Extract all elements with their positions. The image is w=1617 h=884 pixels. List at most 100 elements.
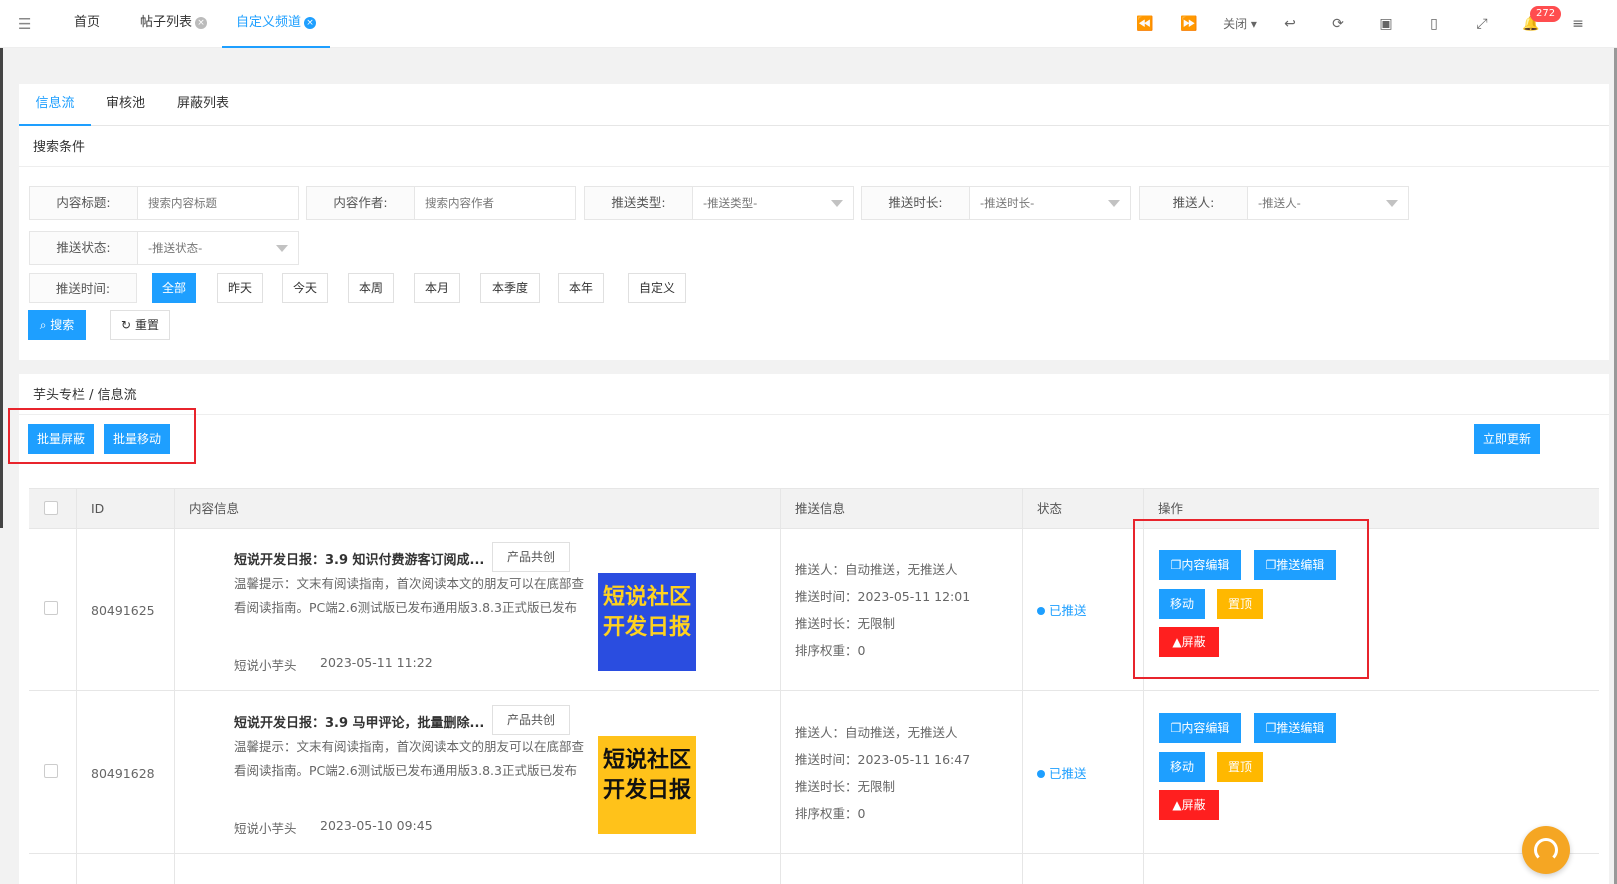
time-this-quarter[interactable]: 本季度	[480, 273, 540, 303]
author-search-input[interactable]: 搜索内容作者	[425, 187, 494, 219]
chevron-down-icon	[1386, 200, 1398, 207]
time-this-month[interactable]: 本月	[414, 273, 460, 303]
fullscreen-icon[interactable]: ⤢	[1474, 14, 1490, 34]
pusher-info: 推送人：自动推送，无推送人	[795, 725, 958, 740]
chevron-down-icon	[276, 245, 288, 252]
reset-icon: ↻	[121, 318, 132, 332]
search-title: 搜索条件	[33, 140, 86, 155]
close-tab-icon[interactable]: ×	[304, 17, 317, 29]
push-type-select[interactable]: 推送类型: -推送类型-	[584, 186, 854, 220]
post-thumbnail: 短说社区 开发日报	[598, 573, 696, 671]
post-time: 2023-05-11 11:22	[320, 655, 433, 670]
breadcrumb: 芋头专栏 / 信息流	[33, 388, 137, 403]
status-badge: 已推送	[1037, 763, 1087, 782]
copy-icon: ❐	[1170, 721, 1182, 735]
block-button[interactable]: ▲屏蔽	[1159, 790, 1219, 820]
push-time-info: 推送时间：2023-05-11 12:01	[795, 589, 971, 604]
subtab-block-list[interactable]: 屏蔽列表	[177, 84, 229, 126]
header-id: ID	[91, 501, 105, 516]
status-badge: 已推送	[1037, 600, 1087, 619]
author-search-field[interactable]: 内容作者: 搜索内容作者	[306, 186, 576, 220]
push-time-label: 推送时间:	[29, 273, 137, 303]
post-title[interactable]: 短说开发日报：3.9 知识付费游客订阅成...	[234, 549, 484, 568]
close-dropdown[interactable]: 关闭 ▾	[1220, 14, 1260, 34]
list-panel: 芋头专栏 / 信息流 批量屏蔽 批量移动 立即更新 ID 内容信息 推送信息 状…	[8, 374, 1609, 884]
search-panel: 搜索条件 内容标题: 搜索内容标题 内容作者: 搜索内容作者 推送类型: -推送…	[19, 126, 1609, 360]
row-id: 80491625	[91, 603, 155, 618]
reset-button[interactable]: ↻ 重置	[110, 310, 170, 340]
title-search-input[interactable]: 搜索内容标题	[148, 187, 217, 219]
row-checkbox[interactable]	[44, 764, 58, 778]
field-label: 推送人:	[1140, 187, 1248, 219]
pin-button[interactable]: 置顶	[1217, 752, 1263, 782]
move-button[interactable]: 移动	[1159, 752, 1205, 782]
copy-icon: ❐	[1265, 721, 1277, 735]
mobile-icon[interactable]: ▯	[1426, 14, 1442, 34]
push-duration-info: 推送时长：无限制	[795, 779, 896, 794]
highlight-box	[8, 408, 196, 464]
push-time-info: 推送时间：2023-05-11 16:47	[795, 752, 971, 767]
post-tag: 产品共创	[492, 542, 570, 572]
post-desc: 温馨提示：文末有阅读指南，首次阅读本文的朋友可以在底部查看阅读指南。PC端2.6…	[234, 739, 585, 778]
post-author: 短说小芋头	[234, 658, 297, 673]
chevron-down-icon	[831, 200, 843, 207]
top-bar: ☰ 首页 帖子列表 × 自定义频道 × ⏪ ⏩ 关闭 ▾ ↩ ⟳ ▣ ▯ ⤢ 🔔 2…	[0, 0, 1617, 48]
time-all[interactable]: 全部	[152, 273, 196, 303]
subtab-review-pool[interactable]: 审核池	[106, 84, 145, 126]
post-desc: 温馨提示：文末有阅读指南，首次阅读本文的朋友可以在底部查看阅读指南。PC端2.6…	[234, 576, 585, 615]
chevron-down-icon	[1108, 200, 1120, 207]
search-icon: ⌕	[39, 318, 47, 332]
header-content: 内容信息	[189, 501, 240, 516]
field-label: 推送时长:	[862, 187, 970, 219]
highlight-box	[1133, 519, 1369, 679]
notification-badge: 272	[1530, 6, 1562, 22]
thumb-text: 短说社区 开发日报	[602, 748, 691, 803]
subtab-feed[interactable]: 信息流	[19, 84, 91, 126]
time-yesterday[interactable]: 昨天	[217, 273, 263, 303]
pusher-select[interactable]: 推送人: -推送人-	[1139, 186, 1409, 220]
time-custom[interactable]: 自定义	[628, 273, 686, 303]
status-dot-icon	[1037, 770, 1045, 778]
content-table: ID 内容信息 推送信息 状态 操作 80491625 短说开发日报：3.9 知…	[29, 488, 1599, 884]
field-label: 推送类型:	[585, 187, 693, 219]
theme-icon[interactable]: ▣	[1378, 14, 1394, 34]
customer-service-button[interactable]	[1522, 826, 1570, 874]
tab-home[interactable]: 首页	[74, 0, 100, 48]
menu-fold-icon[interactable]: ☰	[18, 16, 34, 32]
fast-forward-icon[interactable]: ⏩	[1180, 14, 1197, 34]
select-all-checkbox[interactable]	[44, 501, 58, 515]
headset-icon	[1534, 838, 1558, 862]
title-search-field[interactable]: 内容标题: 搜索内容标题	[29, 186, 299, 220]
post-author: 短说小芋头	[234, 821, 297, 836]
time-this-week[interactable]: 本周	[348, 273, 394, 303]
edit-content-button[interactable]: ❐内容编辑	[1159, 713, 1241, 743]
push-duration-select[interactable]: 推送时长: -推送时长-	[861, 186, 1131, 220]
left-edge	[0, 48, 3, 528]
sub-tabs: 信息流 审核池 屏蔽列表	[19, 84, 1609, 126]
refresh-now-button[interactable]: 立即更新	[1474, 424, 1540, 454]
tab-custom-channel[interactable]: 自定义频道 ×	[222, 0, 331, 48]
post-title[interactable]: 短说开发日报：3.9 马甲评论，批量删除...	[234, 712, 484, 731]
row-checkbox[interactable]	[44, 601, 58, 615]
close-tab-icon[interactable]: ×	[195, 17, 208, 29]
edit-push-button[interactable]: ❐推送编辑	[1254, 713, 1336, 743]
search-button[interactable]: ⌕ 搜索	[28, 310, 86, 340]
rewind-icon[interactable]: ⏪	[1136, 14, 1153, 34]
row-id: 80491628	[91, 766, 155, 781]
post-thumbnail: 短说社区 开发日报	[598, 736, 696, 834]
field-label: 内容标题:	[30, 187, 138, 219]
undo-icon[interactable]: ↩	[1282, 14, 1298, 34]
post-time: 2023-05-10 09:45	[320, 818, 433, 833]
sort-weight-info: 排序权重：0	[795, 643, 866, 658]
push-status-select[interactable]: 推送状态: -推送状态-	[29, 231, 299, 265]
tab-post-list[interactable]: 帖子列表 ×	[140, 0, 208, 48]
pusher-info: 推送人：自动推送，无推送人	[795, 562, 958, 577]
status-dot-icon	[1037, 607, 1045, 615]
more-menu-icon[interactable]: ≡	[1570, 14, 1586, 34]
time-today[interactable]: 今天	[282, 273, 328, 303]
refresh-icon[interactable]: ⟳	[1330, 14, 1346, 34]
time-this-year[interactable]: 本年	[558, 273, 604, 303]
post-tag: 产品共创	[492, 705, 570, 735]
sort-weight-info: 排序权重：0	[795, 806, 866, 821]
header-status: 状态	[1037, 501, 1063, 516]
